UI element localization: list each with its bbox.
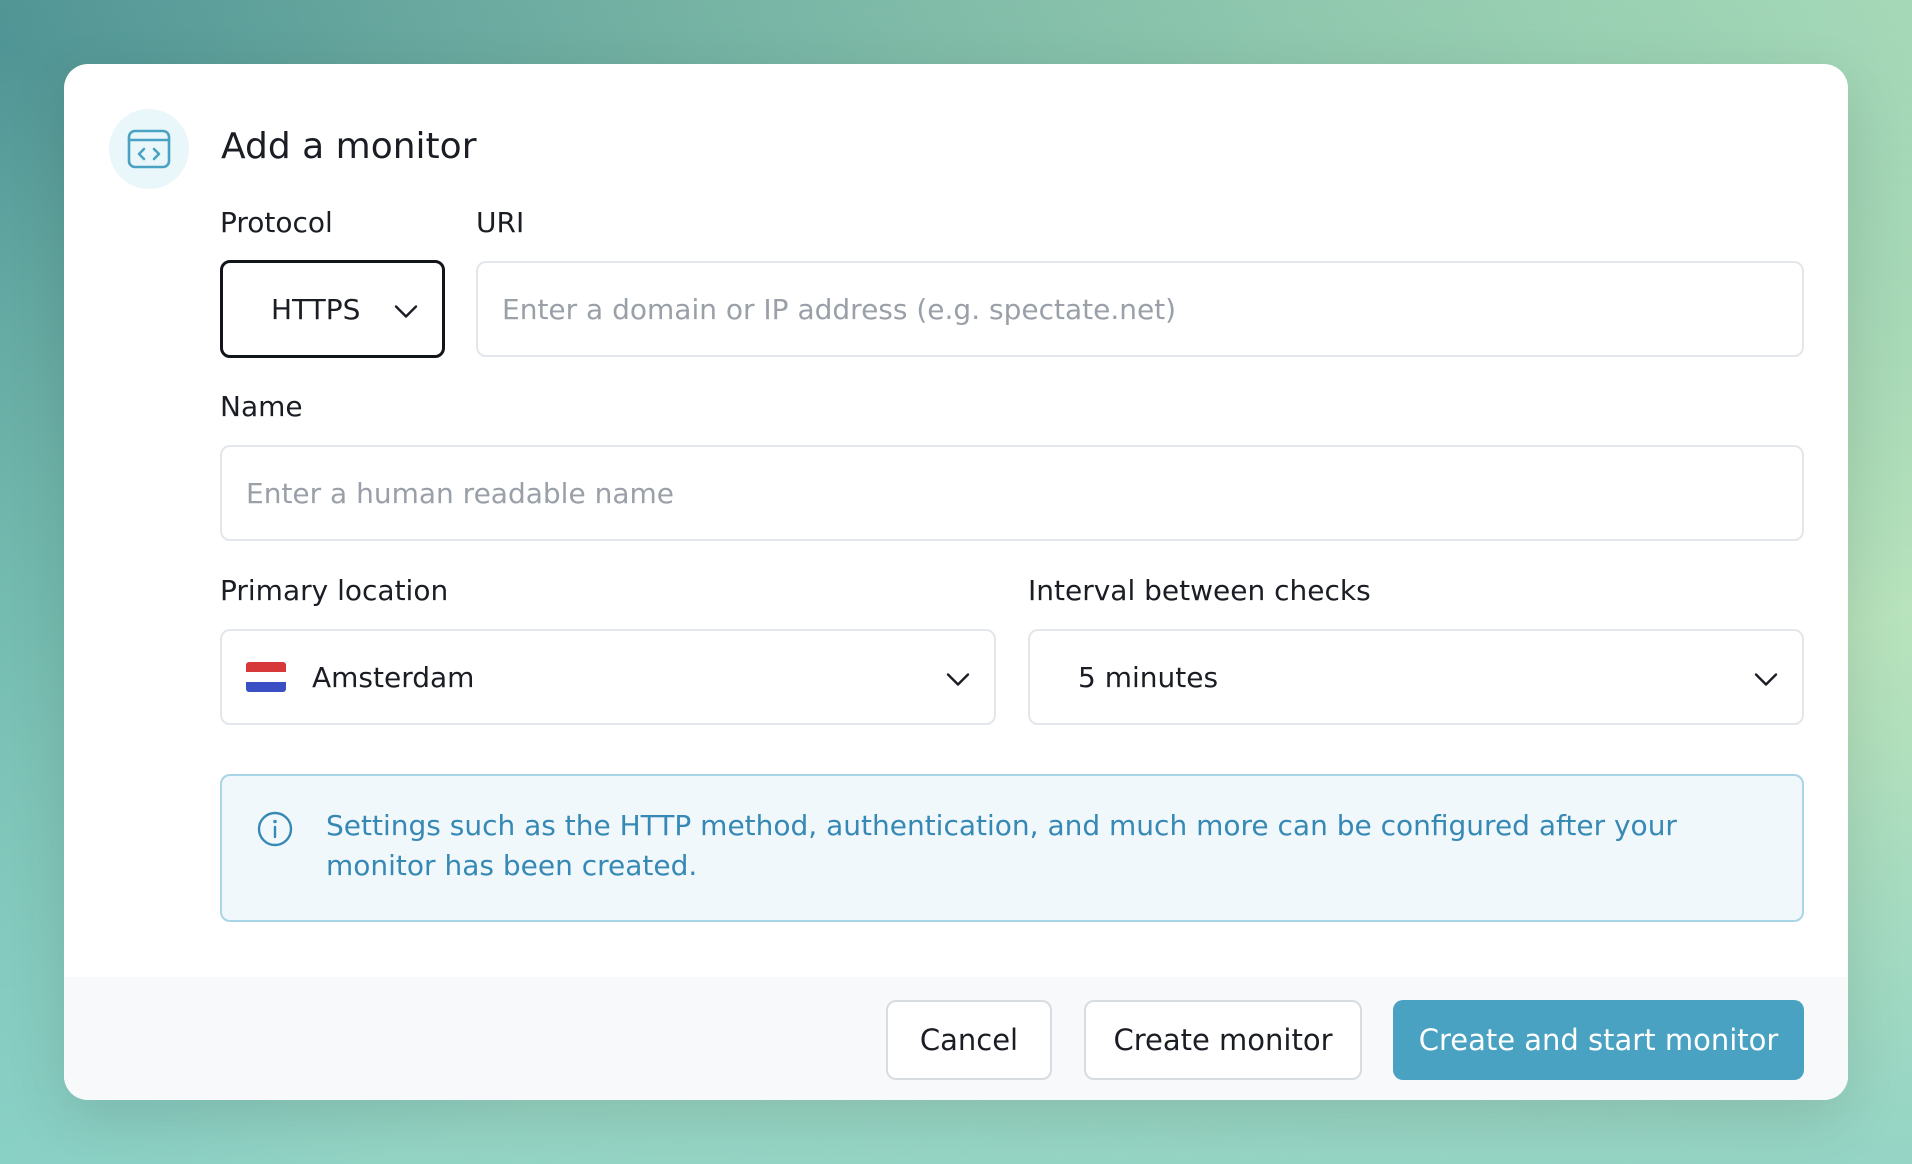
dialog-title: Add a monitor	[221, 126, 477, 167]
primary-location-select[interactable]: Amsterdam	[220, 629, 996, 725]
info-callout: Settings such as the HTTP method, authen…	[220, 774, 1804, 922]
chevron-down-icon	[1754, 661, 1778, 694]
chevron-down-icon	[394, 293, 418, 326]
uri-placeholder: Enter a domain or IP address (e.g. spect…	[502, 292, 1177, 326]
name-placeholder: Enter a human readable name	[246, 476, 674, 510]
protocol-value: HTTPS	[271, 292, 361, 326]
interval-label: Interval between checks	[1028, 574, 1371, 607]
name-label: Name	[220, 390, 303, 423]
interval-value: 5 minutes	[1078, 660, 1219, 694]
info-text: Settings such as the HTTP method, authen…	[326, 809, 1677, 882]
uri-label: URI	[476, 206, 525, 239]
primary-location-value: Amsterdam	[312, 660, 475, 694]
primary-location-label: Primary location	[220, 574, 449, 607]
dialog-footer: Cancel Create monitor Create and start m…	[64, 977, 1848, 1100]
interval-select[interactable]: 5 minutes	[1028, 629, 1804, 725]
code-window-icon	[109, 109, 189, 189]
uri-input[interactable]: Enter a domain or IP address (e.g. spect…	[476, 261, 1804, 357]
create-monitor-button[interactable]: Create monitor	[1084, 1000, 1362, 1080]
create-and-start-monitor-button[interactable]: Create and start monitor	[1393, 1000, 1804, 1080]
chevron-down-icon	[946, 661, 970, 694]
info-icon	[256, 810, 294, 852]
add-monitor-dialog: Add a monitor Protocol HTTPS URI Enter a…	[64, 64, 1848, 1100]
cancel-button[interactable]: Cancel	[886, 1000, 1052, 1080]
netherlands-flag-icon	[246, 662, 286, 692]
name-input[interactable]: Enter a human readable name	[220, 445, 1804, 541]
protocol-select[interactable]: HTTPS	[220, 260, 445, 358]
protocol-label: Protocol	[220, 206, 333, 239]
